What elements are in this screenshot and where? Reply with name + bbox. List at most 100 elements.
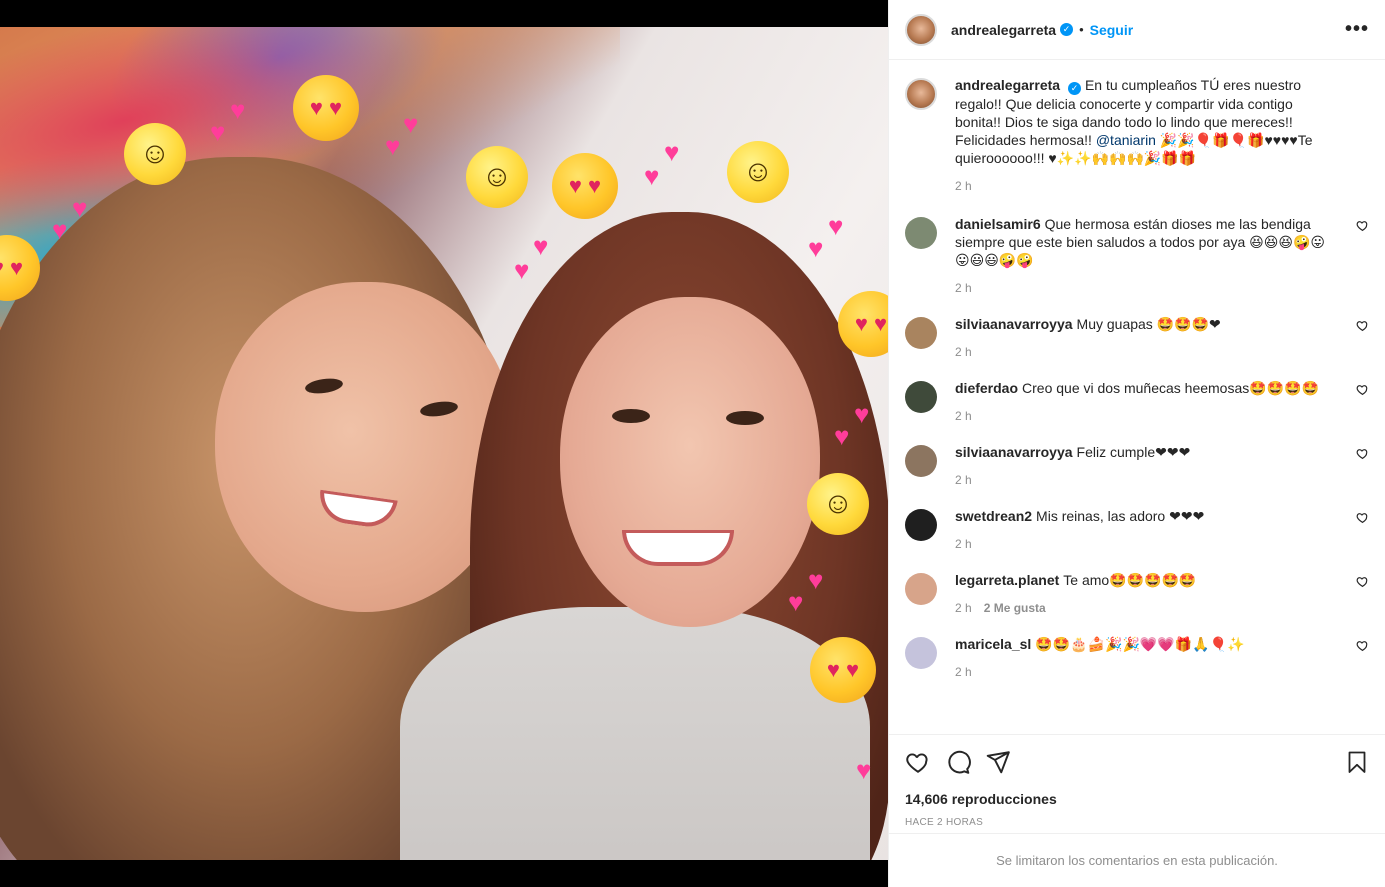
comment-row: danielsamir6 Que hermosa están dioses me … xyxy=(905,215,1369,297)
heart-icon[interactable] xyxy=(1356,219,1369,232)
comment-body: maricela_sl 🤩🤩🎂🍰🎉🎉💗💗🎁🙏🎈✨ 2 h xyxy=(955,635,1369,681)
heart-icon[interactable] xyxy=(1356,639,1369,652)
heart-icon[interactable] xyxy=(905,749,931,775)
avatar[interactable] xyxy=(905,508,937,541)
pink-heart-emoji: ♥ xyxy=(788,587,804,617)
comment-text: Muy guapas 🤩🤩🤩❤ xyxy=(1076,315,1221,332)
comment-time[interactable]: 2 h xyxy=(955,345,972,359)
comment-text: 🤩🤩🎂🍰🎉🎉💗💗🎁🙏🎈✨ xyxy=(1035,635,1245,652)
action-icons xyxy=(905,747,1369,777)
comments-limited-notice: Se limitaron los comentarios en esta pub… xyxy=(889,833,1385,887)
heart-eyes-emoji: ♥ ♥ xyxy=(293,75,359,141)
caption-username[interactable]: andrealegarreta xyxy=(955,77,1060,93)
person-right-hoodie xyxy=(400,607,870,860)
caption-mention[interactable]: @taniarin xyxy=(1096,132,1156,148)
caption-meta: 2 h xyxy=(955,177,1339,195)
smile-emoji: ☺ xyxy=(124,123,186,185)
comment-row: silviaanavarroyya Muy guapas 🤩🤩🤩❤ 2 h xyxy=(905,315,1369,361)
comment-icon[interactable] xyxy=(945,749,971,775)
verified-icon: ✓ xyxy=(1060,23,1074,36)
heart-eyes-emoji: ♥ ♥ xyxy=(810,637,876,703)
pink-heart-emoji: ♥ xyxy=(808,233,824,263)
avatar[interactable] xyxy=(905,444,937,477)
pink-heart-emoji: ♥ xyxy=(808,565,824,595)
comment-meta: 2 h 2 Me gusta xyxy=(955,599,1339,617)
separator-dot: • xyxy=(1079,22,1084,37)
heart-icon[interactable] xyxy=(1356,447,1369,460)
heart-eyes-emoji: ♥ ♥ xyxy=(552,153,618,219)
bookmark-icon[interactable] xyxy=(1345,749,1369,775)
person-right-face xyxy=(560,297,820,627)
comment-time[interactable]: 2 h xyxy=(955,409,972,423)
comment-username[interactable]: swetdrean2 xyxy=(955,508,1032,524)
comment-meta: 2 h xyxy=(955,407,1339,425)
pink-heart-emoji: ♥ xyxy=(52,215,68,245)
comment-meta: 2 h xyxy=(955,471,1339,489)
pink-heart-emoji: ♥ xyxy=(854,399,870,429)
heart-icon[interactable] xyxy=(1356,575,1369,588)
heart-icon[interactable] xyxy=(1356,319,1369,332)
pink-heart-emoji: ♥ xyxy=(828,211,844,241)
comment-container: danielsamir6 Que hermosa están dioses me … xyxy=(905,215,1369,681)
pink-heart-emoji: ♥ xyxy=(644,161,660,191)
pink-heart-emoji: ♥ xyxy=(664,137,680,167)
comment-row: maricela_sl 🤩🤩🎂🍰🎉🎉💗💗🎁🙏🎈✨ 2 h xyxy=(905,635,1369,681)
comment-meta: 2 h xyxy=(955,279,1339,297)
post-timestamp[interactable]: HACE 2 HORAS xyxy=(905,817,1369,828)
more-icon[interactable]: ••• xyxy=(1345,18,1369,41)
comment-username[interactable]: silviaanavarroyya xyxy=(955,316,1073,332)
comment-time[interactable]: 2 h xyxy=(955,537,972,551)
comment-time[interactable]: 2 h xyxy=(955,665,972,679)
post-side-panel: andrealegarreta ✓ • Seguir ••• andrealeg… xyxy=(888,0,1385,887)
caption-body: andrealegarreta ✓ En tu cumpleaños TÚ ere… xyxy=(955,76,1369,195)
owner-username[interactable]: andrealegarreta xyxy=(951,22,1056,38)
actions-bar: 14,606 reproducciones HACE 2 HORAS Se li… xyxy=(889,734,1385,887)
caption-time[interactable]: 2 h xyxy=(955,179,972,193)
comment-username[interactable]: danielsamir6 xyxy=(955,216,1041,232)
instagram-post: ☺ ♥ ♥ ☺ ♥ ♥ ☺ ♥ ♥ ♥ ♥ ☺ ♥ ♥ ♥ ♥ ♥ ♥ ♥ ♥ … xyxy=(0,0,1385,887)
comment-body: legarreta.planet Te amo🤩🤩🤩🤩🤩 2 h 2 Me gusta xyxy=(955,571,1369,617)
comment-text: Mis reinas, las adoro ❤❤❤ xyxy=(1036,507,1205,524)
comment-likes[interactable]: 2 Me gusta xyxy=(984,601,1046,615)
comment-row: legarreta.planet Te amo🤩🤩🤩🤩🤩 2 h 2 Me gusta xyxy=(905,571,1369,617)
pink-heart-emoji: ♥ xyxy=(834,421,850,451)
comment-username[interactable]: silviaanavarroyya xyxy=(955,444,1073,460)
comment-time[interactable]: 2 h xyxy=(955,601,972,615)
comment-body: dieferdao Creo que vi dos muñecas heemosa… xyxy=(955,379,1369,425)
comments-list[interactable]: andrealegarreta ✓ En tu cumpleaños TÚ ere… xyxy=(889,60,1385,734)
comment-text: Feliz cumple❤❤❤ xyxy=(1076,443,1191,460)
caption: andrealegarreta ✓ En tu cumpleaños TÚ ere… xyxy=(905,76,1369,195)
avatar[interactable] xyxy=(905,216,937,249)
avatar[interactable] xyxy=(905,316,937,349)
comment-username[interactable]: legarreta.planet xyxy=(955,572,1059,588)
smile-emoji: ☺ xyxy=(807,473,869,535)
comment-meta: 2 h xyxy=(955,343,1339,361)
post-media[interactable]: ☺ ♥ ♥ ☺ ♥ ♥ ☺ ♥ ♥ ♥ ♥ ☺ ♥ ♥ ♥ ♥ ♥ ♥ ♥ ♥ … xyxy=(0,0,888,887)
comment-time[interactable]: 2 h xyxy=(955,281,972,295)
views-count[interactable]: 14,606 reproducciones xyxy=(905,791,1369,807)
avatar[interactable] xyxy=(905,572,937,605)
pink-heart-emoji: ♥ xyxy=(403,109,419,139)
comment-row: dieferdao Creo que vi dos muñecas heemosa… xyxy=(905,379,1369,425)
avatar[interactable] xyxy=(905,78,937,110)
pink-heart-emoji: ♥ xyxy=(533,231,549,261)
avatar[interactable] xyxy=(905,636,937,669)
follow-button[interactable]: Seguir xyxy=(1090,22,1134,38)
comment-username[interactable]: maricela_sl xyxy=(955,636,1031,652)
avatar[interactable] xyxy=(905,13,937,46)
comment-time[interactable]: 2 h xyxy=(955,473,972,487)
eye xyxy=(726,411,764,425)
comment-text: Te amo🤩🤩🤩🤩🤩 xyxy=(1063,571,1197,588)
comment-username[interactable]: dieferdao xyxy=(955,380,1018,396)
pink-heart-emoji: ♥ xyxy=(210,117,226,147)
comment-body: swetdrean2 Mis reinas, las adoro ❤❤❤ 2 h xyxy=(955,507,1369,553)
share-icon[interactable] xyxy=(985,749,1011,775)
heart-icon[interactable] xyxy=(1356,511,1369,524)
comment-body: danielsamir6 Que hermosa están dioses me … xyxy=(955,215,1369,297)
avatar[interactable] xyxy=(905,380,937,413)
smile-emoji: ☺ xyxy=(466,146,528,208)
heart-icon[interactable] xyxy=(1356,383,1369,396)
pink-heart-emoji: ♥ xyxy=(856,755,872,785)
comment-row: silviaanavarroyya Feliz cumple❤❤❤ 2 h xyxy=(905,443,1369,489)
smile-emoji: ☺ xyxy=(727,141,789,203)
